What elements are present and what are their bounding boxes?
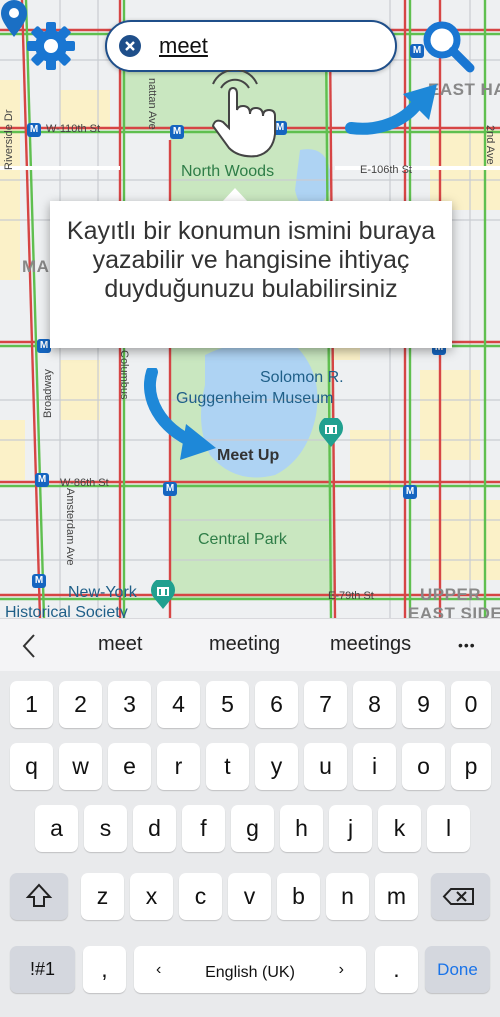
key[interactable]: w [59,743,102,790]
key[interactable]: s [84,805,127,852]
key[interactable]: 8 [353,681,396,728]
key[interactable]: u [304,743,347,790]
map-label-riverside: Riverside Dr [3,109,15,170]
backspace-icon [442,888,474,905]
map-label-broadway: Broadway [42,369,54,418]
key[interactable]: i [353,743,396,790]
key[interactable]: o [402,743,445,790]
chevron-left-icon[interactable] [20,633,38,659]
key[interactable]: r [157,743,200,790]
map-label-w110: W-110th St [46,123,101,135]
map-label-e79: E-79th St [328,590,374,602]
arrow-to-search-icon [345,84,437,135]
comma-key[interactable]: , [83,946,126,993]
metro-icon[interactable]: M [163,482,177,496]
key[interactable]: b [277,873,320,920]
key[interactable]: a [35,805,78,852]
key[interactable]: h [280,805,323,852]
map-label-new-york: New-York [68,584,137,601]
metro-icon[interactable]: M [170,125,184,139]
suggestion-item[interactable]: meetings [330,633,411,656]
done-key[interactable]: Done [425,946,490,993]
map-label-e106: E-106th St [360,164,412,176]
map-label-central-park: Central Park [198,531,287,548]
map-label-amsterdam: Amsterdam Ave [64,488,76,566]
search-icon[interactable] [418,16,478,76]
more-suggestions-button[interactable]: ••• [458,637,476,653]
map-label-east-side: EAST SIDE [408,604,500,618]
map-label-north-woods: North Woods [181,163,275,180]
tooltip: Kayıtlı bir konumun ismini buraya yazabi… [50,201,452,348]
tooltip-arrow [222,188,248,202]
key[interactable]: d [133,805,176,852]
metro-icon[interactable]: M [35,473,49,487]
language-label: English (UK) [205,964,295,981]
map-label-historical-society: Historical Society [5,604,128,618]
key[interactable]: 9 [402,681,445,728]
map-label-columbus: Columbus [118,350,130,400]
map-label-2nd-ave: 2nd Ave [484,125,496,165]
key[interactable]: e [108,743,151,790]
museum-icon[interactable] [150,580,176,610]
key[interactable]: f [182,805,225,852]
key[interactable]: m [375,873,418,920]
symbols-key[interactable]: !#1 [10,946,75,993]
space-key[interactable]: ‹ English (UK) › [134,946,366,993]
shift-icon [25,883,53,907]
map-label-upper: UPPER [420,585,482,604]
metro-icon[interactable]: M [403,485,417,499]
key[interactable]: 5 [206,681,249,728]
search-input-value[interactable]: meet [159,33,208,59]
key[interactable]: k [378,805,421,852]
settings-gear-icon[interactable] [22,20,80,72]
key[interactable]: c [179,873,222,920]
map-label-manhattan-ave: nattan Ave [146,78,158,130]
key[interactable]: l [427,805,470,852]
shift-key[interactable] [10,873,68,920]
key[interactable]: z [81,873,124,920]
key[interactable]: g [231,805,274,852]
key[interactable]: q [10,743,53,790]
suggestion-item[interactable]: meeting [209,633,280,656]
arrow-to-pin-icon [144,368,216,460]
suggestion-item[interactable]: meet [98,633,142,656]
chevron-right-icon: › [338,961,344,978]
backspace-key[interactable] [431,873,490,920]
metro-icon[interactable]: M [37,339,51,353]
chevron-left-icon: ‹ [156,961,162,978]
key[interactable]: t [206,743,249,790]
key[interactable]: j [329,805,372,852]
key[interactable]: n [326,873,369,920]
key[interactable]: v [228,873,271,920]
key[interactable]: 3 [108,681,151,728]
keyboard: 1 2 3 4 5 6 7 8 9 0 q w e r t y u i o p … [0,671,500,1017]
key[interactable]: 4 [157,681,200,728]
key[interactable]: x [130,873,173,920]
map-label-solomon: Solomon R. [260,369,344,386]
key[interactable]: y [255,743,298,790]
key[interactable]: 2 [59,681,102,728]
tooltip-text: Kayıtlı bir konumun ismini buraya yazabi… [66,217,436,303]
map-label-meet-up[interactable]: Meet Up [217,447,279,465]
period-key[interactable]: . [375,946,418,993]
hand-pointer-icon [211,70,276,158]
key[interactable]: 6 [255,681,298,728]
key[interactable]: p [451,743,491,790]
metro-icon[interactable]: M [32,574,46,588]
close-icon [125,41,135,51]
museum-icon[interactable] [318,418,344,448]
clear-search-button[interactable] [119,35,141,57]
key[interactable]: 0 [451,681,491,728]
search-input[interactable]: meet [105,20,397,72]
suggestion-bar: meet meeting meetings ••• [0,618,500,672]
key[interactable]: 7 [304,681,347,728]
map-label-ma: MA [22,257,50,276]
metro-icon[interactable]: M [27,123,41,137]
key[interactable]: 1 [10,681,53,728]
